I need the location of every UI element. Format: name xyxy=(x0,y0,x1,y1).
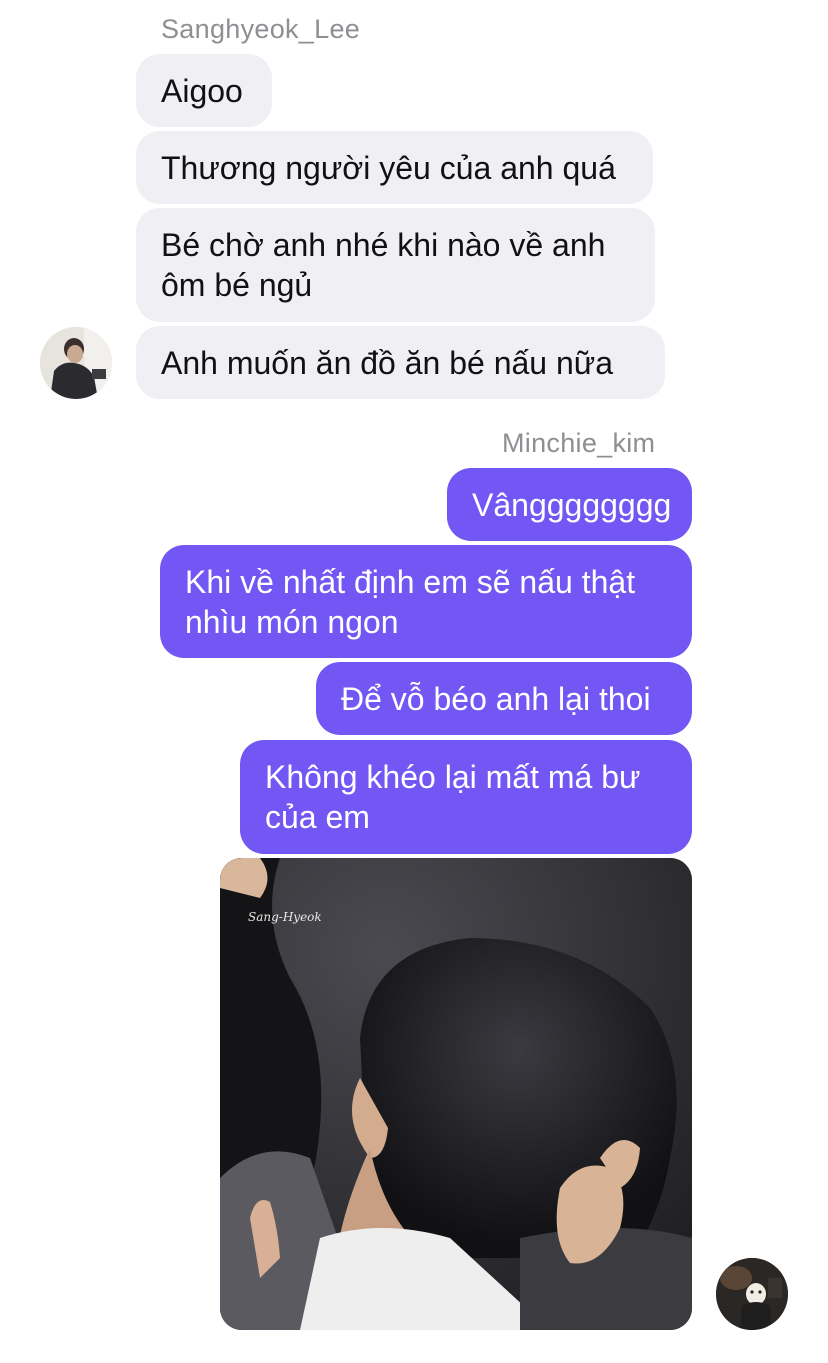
incoming-message-bubble[interactable]: Anh muốn ăn đồ ăn bé nấu nữa xyxy=(136,326,665,399)
outgoing-sender-name: Minchie_kim xyxy=(502,428,656,458)
photo-image-icon xyxy=(220,858,692,1330)
photo-watermark: Sang-Hyeok xyxy=(248,910,322,924)
outgoing-message-bubble[interactable]: Để vỗ béo anh lại thoi xyxy=(316,662,692,735)
outgoing-message-bubble[interactable]: Không khéo lại mất má bư của em xyxy=(240,740,692,854)
incoming-sender-name: Sanghyeok_Lee xyxy=(161,14,361,44)
avatar-image-icon xyxy=(716,1258,788,1330)
outgoing-photo-message[interactable]: Sang-Hyeok xyxy=(220,858,692,1330)
incoming-message-bubble[interactable]: Bé chờ anh nhé khi nào về anh ôm bé ngủ xyxy=(136,208,655,322)
outgoing-message-bubble[interactable]: Vângggggggg xyxy=(447,468,692,541)
outgoing-message-bubble[interactable]: Khi về nhất định em sẽ nấu thật nhìu món… xyxy=(160,545,692,658)
incoming-message-bubble[interactable]: Aigoo xyxy=(136,54,272,127)
avatar-image-icon xyxy=(40,327,112,399)
incoming-avatar[interactable] xyxy=(40,327,112,399)
incoming-message-bubble[interactable]: Thương người yêu của anh quá xyxy=(136,131,653,204)
outgoing-avatar[interactable] xyxy=(716,1258,788,1330)
